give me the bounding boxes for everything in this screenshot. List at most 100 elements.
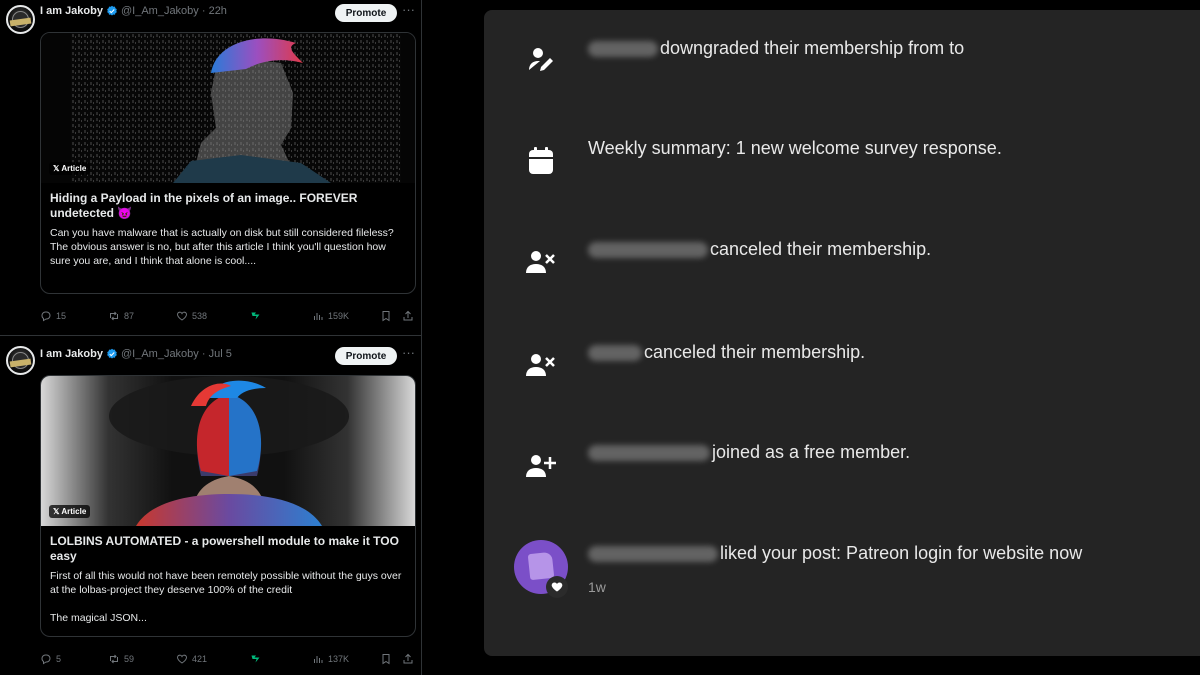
author-name[interactable]: I am Jakoby [40,348,103,360]
heart-icon [546,576,568,598]
article-image: 𝕏 Article [41,376,415,526]
views-icon [314,313,323,320]
share-button[interactable] [402,310,414,322]
user-remove-icon [524,247,558,277]
author-name[interactable]: I am Jakoby [40,5,103,17]
like-button[interactable]: 538 [176,310,207,322]
more-options-icon[interactable]: ··· [402,345,415,360]
more-options-icon[interactable]: ··· [402,2,415,17]
article-image: 𝕏 Article [41,33,415,183]
notification-text: Weekly summary: 1 new welcome survey res… [588,138,1002,159]
reply-button[interactable]: 15 [40,310,66,322]
redacted-name [588,241,708,258]
notification-item[interactable]: joined as a free member. [484,442,1200,502]
tweet-actions: 15 87 538 159K [40,310,420,324]
excerpt-line: Can you have malware that is actually on… [50,227,394,239]
reply-icon [41,311,51,322]
article-card[interactable]: 𝕏 Article LOLBINS AUTOMATED - a powershe… [40,375,416,637]
bookmark-button[interactable] [380,653,392,665]
user-add-icon [524,451,558,481]
repost-button[interactable]: 59 [108,653,134,665]
notification-item[interactable]: downgraded their membership from to [484,38,1200,98]
article-badge: 𝕏 Article [49,505,91,518]
reply-count: 15 [56,311,67,321]
like-count: 538 [192,311,208,321]
tweet-header: I am Jakoby @I_Am_Jakoby · Jul 5 [40,348,232,360]
views-button[interactable]: 159K [312,310,349,322]
grok-icon [251,655,260,663]
bookmark-icon [382,311,390,322]
verified-icon [107,5,117,16]
article-badge: 𝕏 Article [49,162,91,175]
notification-message: canceled their membership. [644,342,866,362]
notification-timestamp: 1w [588,579,606,595]
excerpt-line: First of all this would not have been re… [50,570,402,596]
repost-count: 59 [124,654,135,664]
share-icon [403,653,413,664]
views-icon [314,656,323,663]
tweet-actions: 5 59 421 137K [40,653,420,667]
redacted-name [588,444,710,461]
view-count: 137K [328,654,350,664]
bookmark-icon [382,654,390,665]
bookmark-button[interactable] [380,310,392,322]
share-icon [403,310,413,321]
reply-count: 5 [56,654,62,664]
article-title[interactable]: LOLBINS AUTOMATED - a powershell module … [41,526,415,564]
excerpt-line: The magical JSON... [50,612,147,624]
notification-message: joined as a free member. [712,442,911,462]
notification-text: canceled their membership. [588,239,931,260]
notification-text: liked your post: Patreon login for websi… [588,543,1082,564]
views-button[interactable]: 137K [312,653,349,665]
promote-button[interactable]: Promote [335,347,397,365]
repost-count: 87 [124,311,135,321]
notification-item[interactable]: Weekly summary: 1 new welcome survey res… [484,138,1200,198]
view-count: 159K [328,311,350,321]
promote-button[interactable]: Promote [335,4,397,22]
verified-icon [107,348,117,359]
author-handle-time[interactable]: @I_Am_Jakoby · 22h [121,5,227,17]
like-count: 421 [192,654,208,664]
excerpt-line: The obvious answer is no, but after this… [50,241,386,267]
user-edit-icon [524,44,558,74]
notification-item[interactable]: canceled their membership. [484,239,1200,299]
grok-button[interactable] [250,310,262,322]
grok-button[interactable] [250,653,262,665]
repost-icon [110,311,118,321]
article-excerpt: Can you have malware that is actually on… [41,221,415,268]
redacted-name [588,344,642,361]
grok-icon [251,312,260,320]
notification-message: canceled their membership. [710,239,932,259]
notification-message: liked your post: Patreon login for websi… [720,543,1083,563]
notification-text: canceled their membership. [588,342,865,363]
article-title[interactable]: Hiding a Payload in the pixels of an ima… [41,183,415,221]
tweet[interactable]: I am Jakoby @I_Am_Jakoby · 22h Promote ·… [0,0,422,336]
author-handle-time[interactable]: @I_Am_Jakoby · Jul 5 [121,348,232,360]
redacted-name [588,545,718,562]
tweet[interactable]: I am Jakoby @I_Am_Jakoby · Jul 5 Promote… [0,337,422,675]
repost-icon [110,654,118,664]
article-excerpt: First of all this would not have been re… [41,564,415,625]
user-remove-icon [524,350,558,380]
article-illustration [71,33,401,183]
reply-icon [41,654,51,665]
avatar[interactable] [6,346,35,375]
twitter-feed: I am Jakoby @I_Am_Jakoby · 22h Promote ·… [0,0,422,675]
reply-button[interactable]: 5 [40,653,61,665]
notifications-panel: downgraded their membership from to Week… [484,10,1200,656]
tweet-header: I am Jakoby @I_Am_Jakoby · 22h [40,5,227,17]
heart-icon [177,654,187,664]
notification-text: joined as a free member. [588,442,910,463]
notification-item[interactable]: canceled their membership. [484,342,1200,402]
avatar[interactable] [6,5,35,34]
repost-button[interactable]: 87 [108,310,134,322]
like-button[interactable]: 421 [176,653,207,665]
notification-message: Weekly summary: 1 new welcome survey res… [588,138,1002,158]
heart-icon [177,311,187,321]
calendar-icon [524,146,558,176]
notification-message: downgraded their membership from to [660,38,965,58]
article-card[interactable]: 𝕏 Article Hiding a Payload in the pixels… [40,32,416,294]
notification-text: downgraded their membership from to [588,38,964,59]
redacted-name [588,40,658,57]
share-button[interactable] [402,653,414,665]
